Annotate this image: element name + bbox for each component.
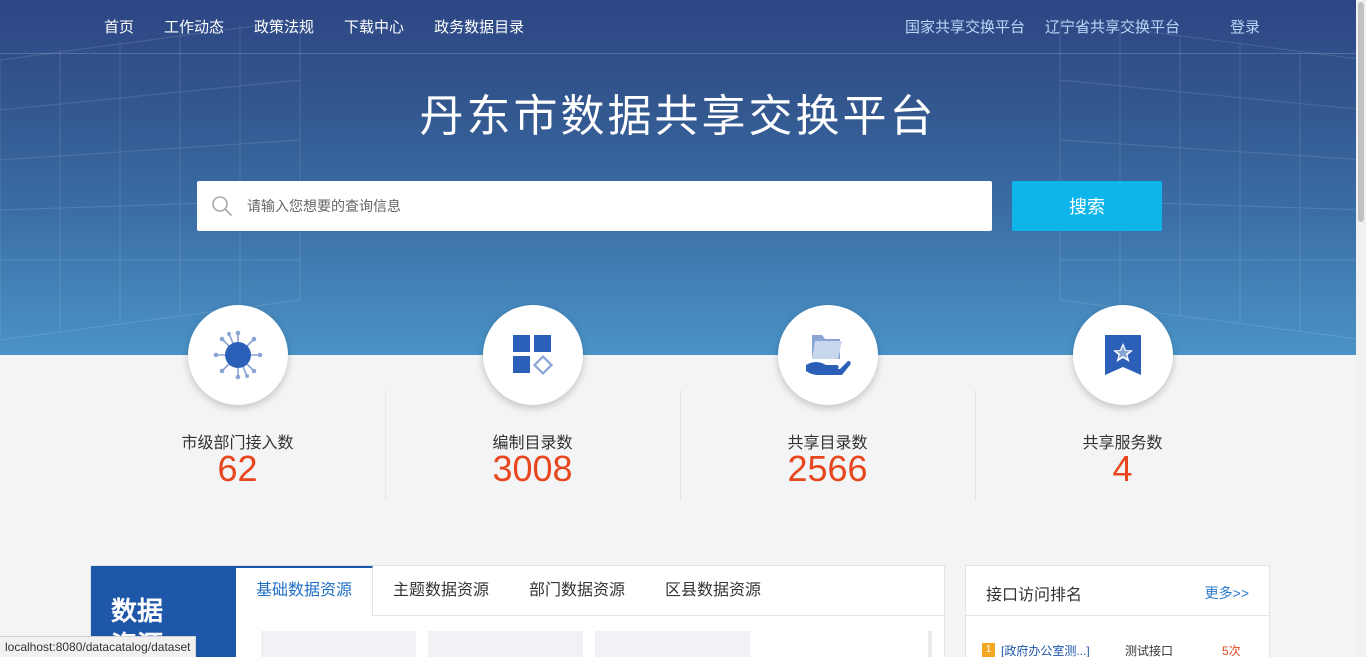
- nav-data-catalog[interactable]: 政务数据目录: [434, 16, 524, 37]
- search-icon: [212, 196, 232, 216]
- scrollbar-thumb[interactable]: [1358, 2, 1364, 222]
- tab-theme-data[interactable]: 主题数据资源: [373, 566, 509, 616]
- nav-policies[interactable]: 政策法规: [254, 16, 314, 37]
- rank-api-type: 测试接口: [1125, 644, 1174, 657]
- stat-icon-circle: [1072, 305, 1173, 405]
- data-resources-panel: 数据资源 基础数据资源 主题数据资源 部门数据资源 区县数据资源: [90, 565, 945, 657]
- stat-icon-circle: [777, 305, 878, 405]
- nav-work-news[interactable]: 工作动态: [164, 16, 224, 37]
- nav-home[interactable]: 首页: [104, 16, 134, 37]
- rank-api-name[interactable]: [政府办公室测...]: [1001, 642, 1090, 657]
- stat-value: 2566: [787, 448, 868, 489]
- main-menu: 首页 工作动态 政策法规 下载中心 政务数据目录: [104, 0, 554, 52]
- tab-department-data[interactable]: 部门数据资源: [509, 566, 645, 616]
- resource-card[interactable]: [595, 631, 750, 657]
- search-button[interactable]: 搜索: [1012, 181, 1162, 231]
- search-bar: [197, 181, 992, 231]
- resource-card[interactable]: [428, 631, 583, 657]
- ranking-header: 接口访问排名 更多>>: [966, 566, 1269, 616]
- tab-county-data[interactable]: 区县数据资源: [645, 566, 781, 616]
- stat-shared-catalogs: 共享目录数 2566: [680, 305, 975, 505]
- star-badge-icon: [1104, 335, 1141, 375]
- liaoning-platform-link[interactable]: 辽宁省共享交换平台: [1045, 16, 1180, 37]
- stat-value: 4: [1112, 448, 1133, 489]
- external-links: 国家共享交换平台 辽宁省共享交换平台 登录: [885, 0, 1260, 52]
- ranking-more-link[interactable]: 更多>>: [1205, 583, 1249, 603]
- stat-icon-circle: [187, 305, 288, 405]
- stat-departments: 市级部门接入数 62: [90, 305, 385, 505]
- network-node-icon: [213, 330, 262, 380]
- top-navigation: 首页 工作动态 政策法规 下载中心 政务数据目录 国家共享交换平台 辽宁省共享交…: [0, 0, 1366, 54]
- browser-status-bar: localhost:8080/datacatalog/dataset: [0, 636, 197, 657]
- page-title: 丹东市数据共享交换平台: [419, 92, 937, 141]
- resource-tabs: 基础数据资源 主题数据资源 部门数据资源 区县数据资源: [236, 566, 944, 616]
- stat-catalogs: 编制目录数 3008: [385, 305, 680, 505]
- stat-services: 共享服务数 4: [975, 305, 1270, 505]
- stat-icon-circle: [482, 305, 583, 405]
- resource-card[interactable]: [261, 631, 416, 657]
- nav-downloads[interactable]: 下载中心: [344, 16, 404, 37]
- stat-value: 3008: [492, 448, 573, 489]
- search-input[interactable]: [247, 186, 992, 226]
- tab-basic-data[interactable]: 基础数据资源: [236, 566, 374, 616]
- shared-folder-hand-icon: [805, 335, 851, 375]
- login-link[interactable]: 登录: [1230, 16, 1260, 37]
- statistics-section: 市级部门接入数 62 编制目录数 3008 共享目录数 2566 共享服务数 4: [90, 305, 1270, 505]
- resource-scroll-edge: [928, 631, 932, 657]
- stat-value: 62: [217, 448, 258, 489]
- rank-number: 1: [982, 643, 995, 657]
- hero-banner: 首页 工作动态 政策法规 下载中心 政务数据目录 国家共享交换平台 辽宁省共享交…: [0, 0, 1366, 355]
- ranking-title: 接口访问排名: [986, 587, 1083, 604]
- page-scrollbar[interactable]: [1356, 0, 1366, 657]
- api-ranking-panel: 接口访问排名 更多>> 1 [政府办公室测...] 测试接口 5次: [965, 565, 1270, 657]
- catalog-blocks-icon: [512, 335, 553, 376]
- national-platform-link[interactable]: 国家共享交换平台: [905, 16, 1025, 37]
- rank-visit-count: 5次: [1222, 644, 1241, 657]
